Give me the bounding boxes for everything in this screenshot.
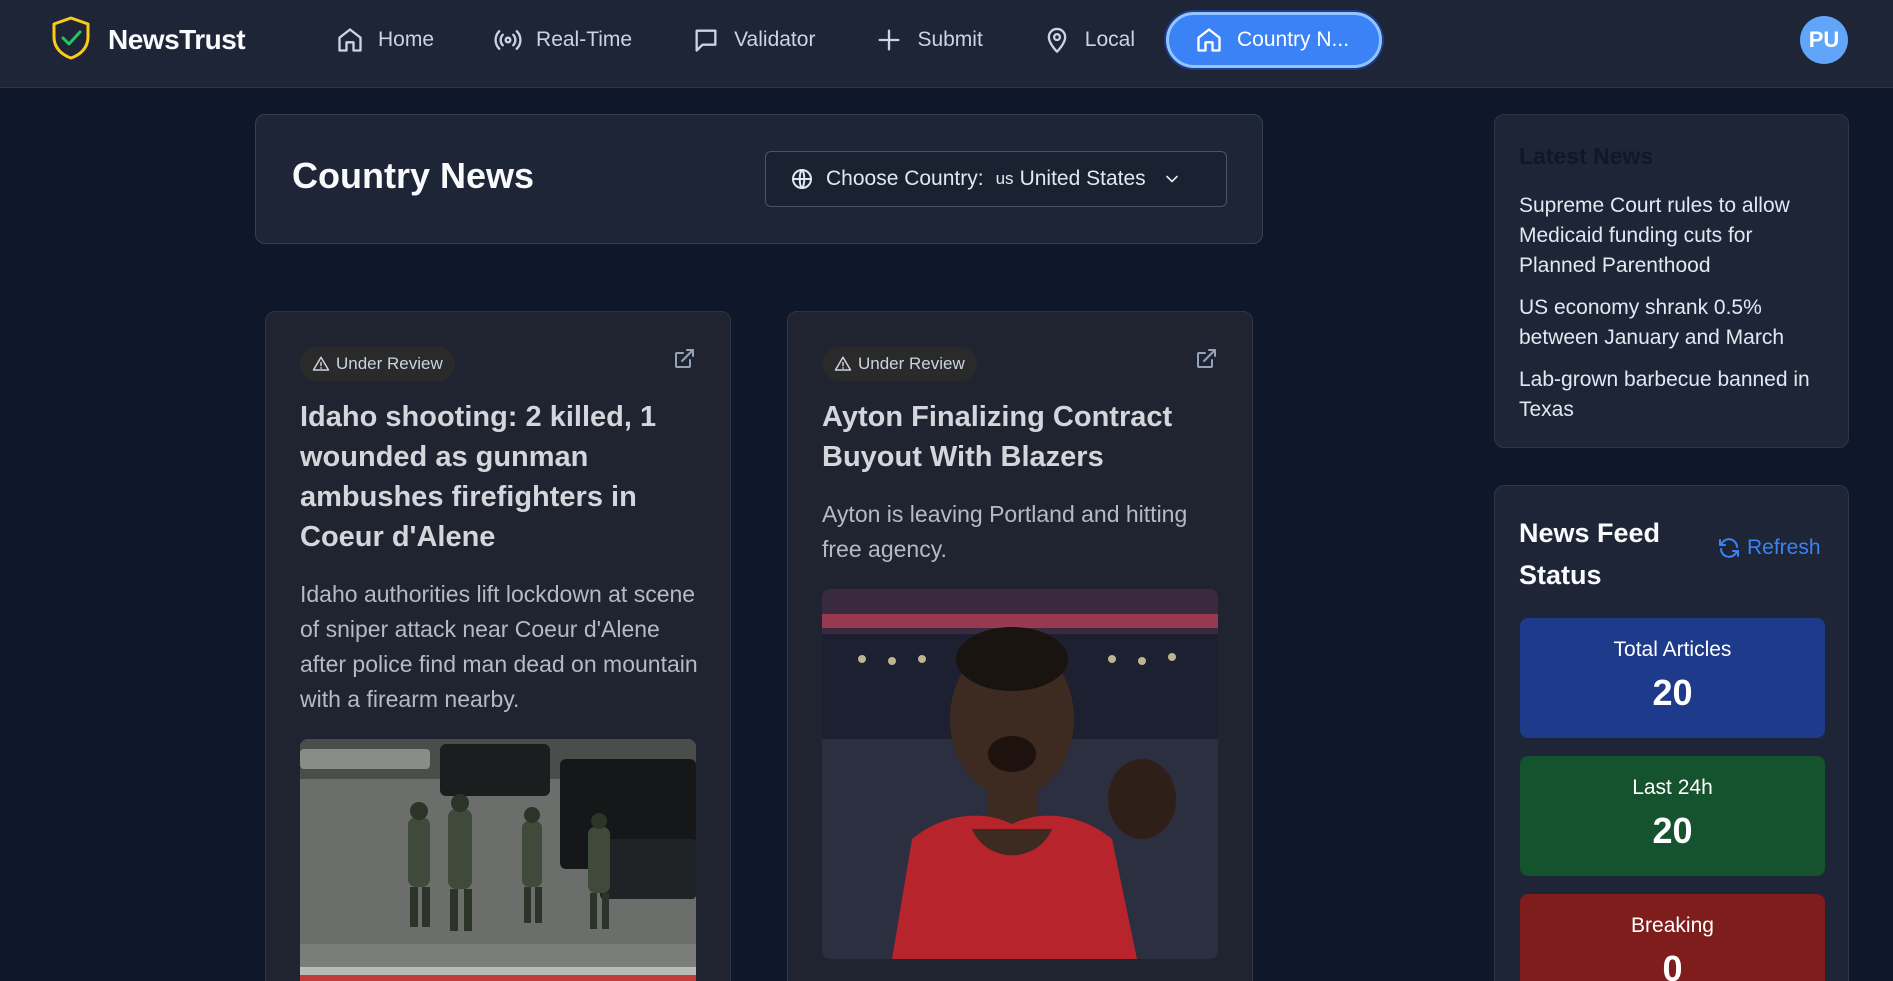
nav-validator[interactable]: Validator [672,12,835,68]
shield-check-icon [50,15,92,66]
stat-value: 20 [1652,672,1693,713]
stat-last-24h: Last 24h 20 [1520,756,1825,876]
avatar[interactable]: PU [1800,16,1848,64]
external-link-button[interactable] [672,347,696,371]
stat-total-articles: Total Articles 20 [1520,618,1825,738]
nav-home[interactable]: Home [316,12,454,68]
message-square-icon [695,29,717,52]
home-icon [338,28,362,52]
feed-status-title: News Feed Status [1519,518,1661,590]
stat-value: 0 [1662,948,1683,981]
refresh-label: Refresh [1747,536,1821,559]
brand-name: NewsTrust [108,24,246,55]
latest-news-item[interactable]: US economy shrank 0.5% between January a… [1519,293,1829,353]
page-title: Country News [292,155,535,196]
broadcast-icon [494,30,522,50]
nav-home-label: Home [378,28,435,51]
map-pin-icon [1047,27,1067,53]
latest-news-title: Latest News [1519,143,1654,169]
article-description: Ayton is leaving Portland and hitting fr… [822,501,1188,562]
country-news-header: Country News Choose Country: us United S… [255,114,1263,244]
article-image[interactable] [822,589,1218,959]
brand[interactable]: NewsTrust [50,8,246,72]
news-feed-status-panel: News Feed Status Refresh Total Articles … [1494,485,1849,981]
warning-icon [834,356,852,371]
nav-country-news-label: Country N... [1237,28,1350,51]
article-image[interactable] [300,739,696,981]
nav-real-time-label: Real-Time [536,28,633,51]
external-link-icon [675,349,694,368]
refresh-icon [1719,538,1739,558]
nav-submit[interactable]: Submit [855,12,1002,68]
latest-news-panel: Latest News Supreme Court rules to allow… [1494,114,1849,448]
stat-label: Total Articles [1613,638,1732,661]
article-title[interactable]: Ayton Finalizing Contract Buyout With Bl… [822,397,1222,477]
article-card[interactable]: Under Review Idaho shooting: 2 killed, 1… [265,311,731,981]
top-navbar: NewsTrust Home Real-Time Validator Submi… [0,0,1893,88]
latest-news-item[interactable]: Supreme Court rules to allow Medicaid fu… [1519,191,1829,281]
stat-value: 20 [1652,810,1693,851]
article-title[interactable]: Idaho shooting: 2 killed, 1 wounded as g… [300,397,700,557]
nav-local[interactable]: Local [1023,12,1155,68]
stat-label: Breaking [1631,914,1714,937]
nav-local-label: Local [1084,28,1135,51]
refresh-button[interactable]: Refresh [1717,536,1821,560]
stat-breaking: Breaking 0 [1520,894,1825,981]
warning-icon [312,356,330,371]
article-card[interactable]: Under Review Ayton Finalizing Contract B… [787,311,1253,981]
plus-icon [878,29,900,51]
status-badge: Under Review [822,347,977,381]
globe-icon [792,169,812,189]
external-link-icon [1197,349,1216,368]
country-select-value: United States [1019,167,1146,190]
status-badge-label: Under Review [858,354,965,373]
nav-submit-label: Submit [917,28,983,51]
chevron-down-icon [1165,175,1178,183]
status-badge-label: Under Review [336,354,443,373]
nav-real-time[interactable]: Real-Time [474,12,652,68]
nav-country-news[interactable]: Country N... [1166,12,1382,68]
status-badge: Under Review [300,347,455,381]
country-code: us [995,169,1014,188]
country-select[interactable]: Choose Country: us United States [765,151,1227,207]
stat-label: Last 24h [1632,776,1713,799]
external-link-button[interactable] [1194,347,1218,371]
nav-validator-label: Validator [734,28,816,51]
main-nav: Home Real-Time Validator Submit Local Co… [316,12,1382,68]
country-select-label: Choose Country: [826,167,984,190]
home-icon [1197,28,1221,52]
latest-news-item[interactable]: Lab-grown barbecue banned in Texas [1519,365,1829,425]
article-description: Idaho authorities lift lockdown at scene… [300,581,698,712]
latest-news-list: Supreme Court rules to allow Medicaid fu… [1519,191,1829,437]
